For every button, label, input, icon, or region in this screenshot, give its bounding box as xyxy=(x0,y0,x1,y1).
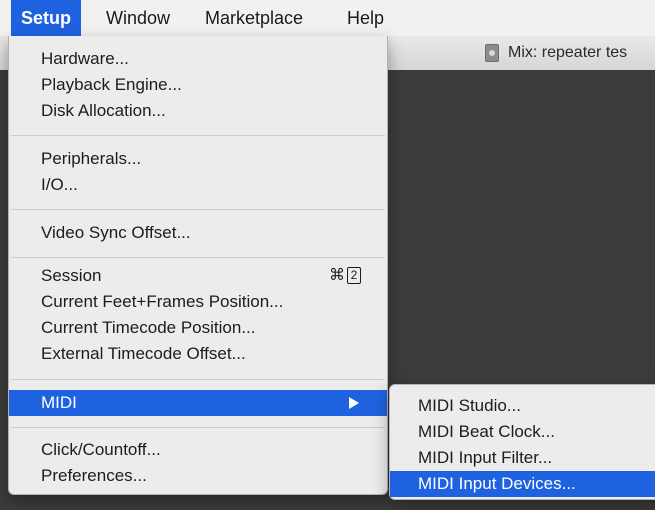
submenu-item-midi-beat-clock[interactable]: MIDI Beat Clock... xyxy=(390,419,655,445)
menu-item-disk-allocation[interactable]: Disk Allocation... xyxy=(9,98,387,124)
menu-item-current-timecode[interactable]: Current Timecode Position... xyxy=(9,315,387,341)
menu-item-session-label: Session xyxy=(41,266,102,285)
window-title: Mix: repeater tes xyxy=(508,44,628,61)
menu-item-peripherals[interactable]: Peripherals... xyxy=(9,146,387,172)
submenu-item-midi-studio[interactable]: MIDI Studio... xyxy=(390,393,655,419)
menu-item-click-countoff[interactable]: Click/Countoff... xyxy=(9,437,387,463)
submenu-arrow-icon xyxy=(349,397,359,409)
menu-separator xyxy=(11,427,385,428)
midi-submenu: MIDI Studio... MIDI Beat Clock... MIDI I… xyxy=(389,384,655,500)
menu-marketplace[interactable]: Marketplace xyxy=(195,0,313,36)
session-shortcut: ⌘ 2 xyxy=(329,263,361,289)
menu-separator xyxy=(11,379,385,380)
menu-item-midi-label: MIDI xyxy=(41,393,77,412)
submenu-item-midi-input-filter[interactable]: MIDI Input Filter... xyxy=(390,445,655,471)
submenu-item-midi-input-devices[interactable]: MIDI Input Devices... xyxy=(390,471,655,497)
menu-bar: Setup Window Marketplace Help xyxy=(0,0,655,37)
setup-menu: Hardware... Playback Engine... Disk Allo… xyxy=(8,36,388,495)
menu-item-external-timecode-offset[interactable]: External Timecode Offset... xyxy=(9,341,387,367)
command-key-icon: ⌘ xyxy=(329,267,345,284)
shortcut-key-2: 2 xyxy=(347,267,361,284)
menu-item-hardware[interactable]: Hardware... xyxy=(9,46,387,72)
menu-item-preferences[interactable]: Preferences... xyxy=(9,463,387,489)
menu-item-io[interactable]: I/O... xyxy=(9,172,387,198)
menu-setup[interactable]: Setup xyxy=(11,0,82,36)
menu-item-playback-engine[interactable]: Playback Engine... xyxy=(9,72,387,98)
document-icon xyxy=(485,44,499,62)
menu-item-session[interactable]: Session ⌘ 2 xyxy=(9,263,387,289)
menu-help[interactable]: Help xyxy=(337,0,394,36)
menu-item-video-sync-offset[interactable]: Video Sync Offset... xyxy=(9,220,387,246)
menu-item-midi[interactable]: MIDI xyxy=(9,390,387,416)
menu-window[interactable]: Window xyxy=(96,0,180,36)
menu-separator xyxy=(11,209,385,210)
menu-separator xyxy=(11,257,385,258)
menu-item-current-feet-frames[interactable]: Current Feet+Frames Position... xyxy=(9,289,387,315)
menu-separator xyxy=(11,135,385,136)
